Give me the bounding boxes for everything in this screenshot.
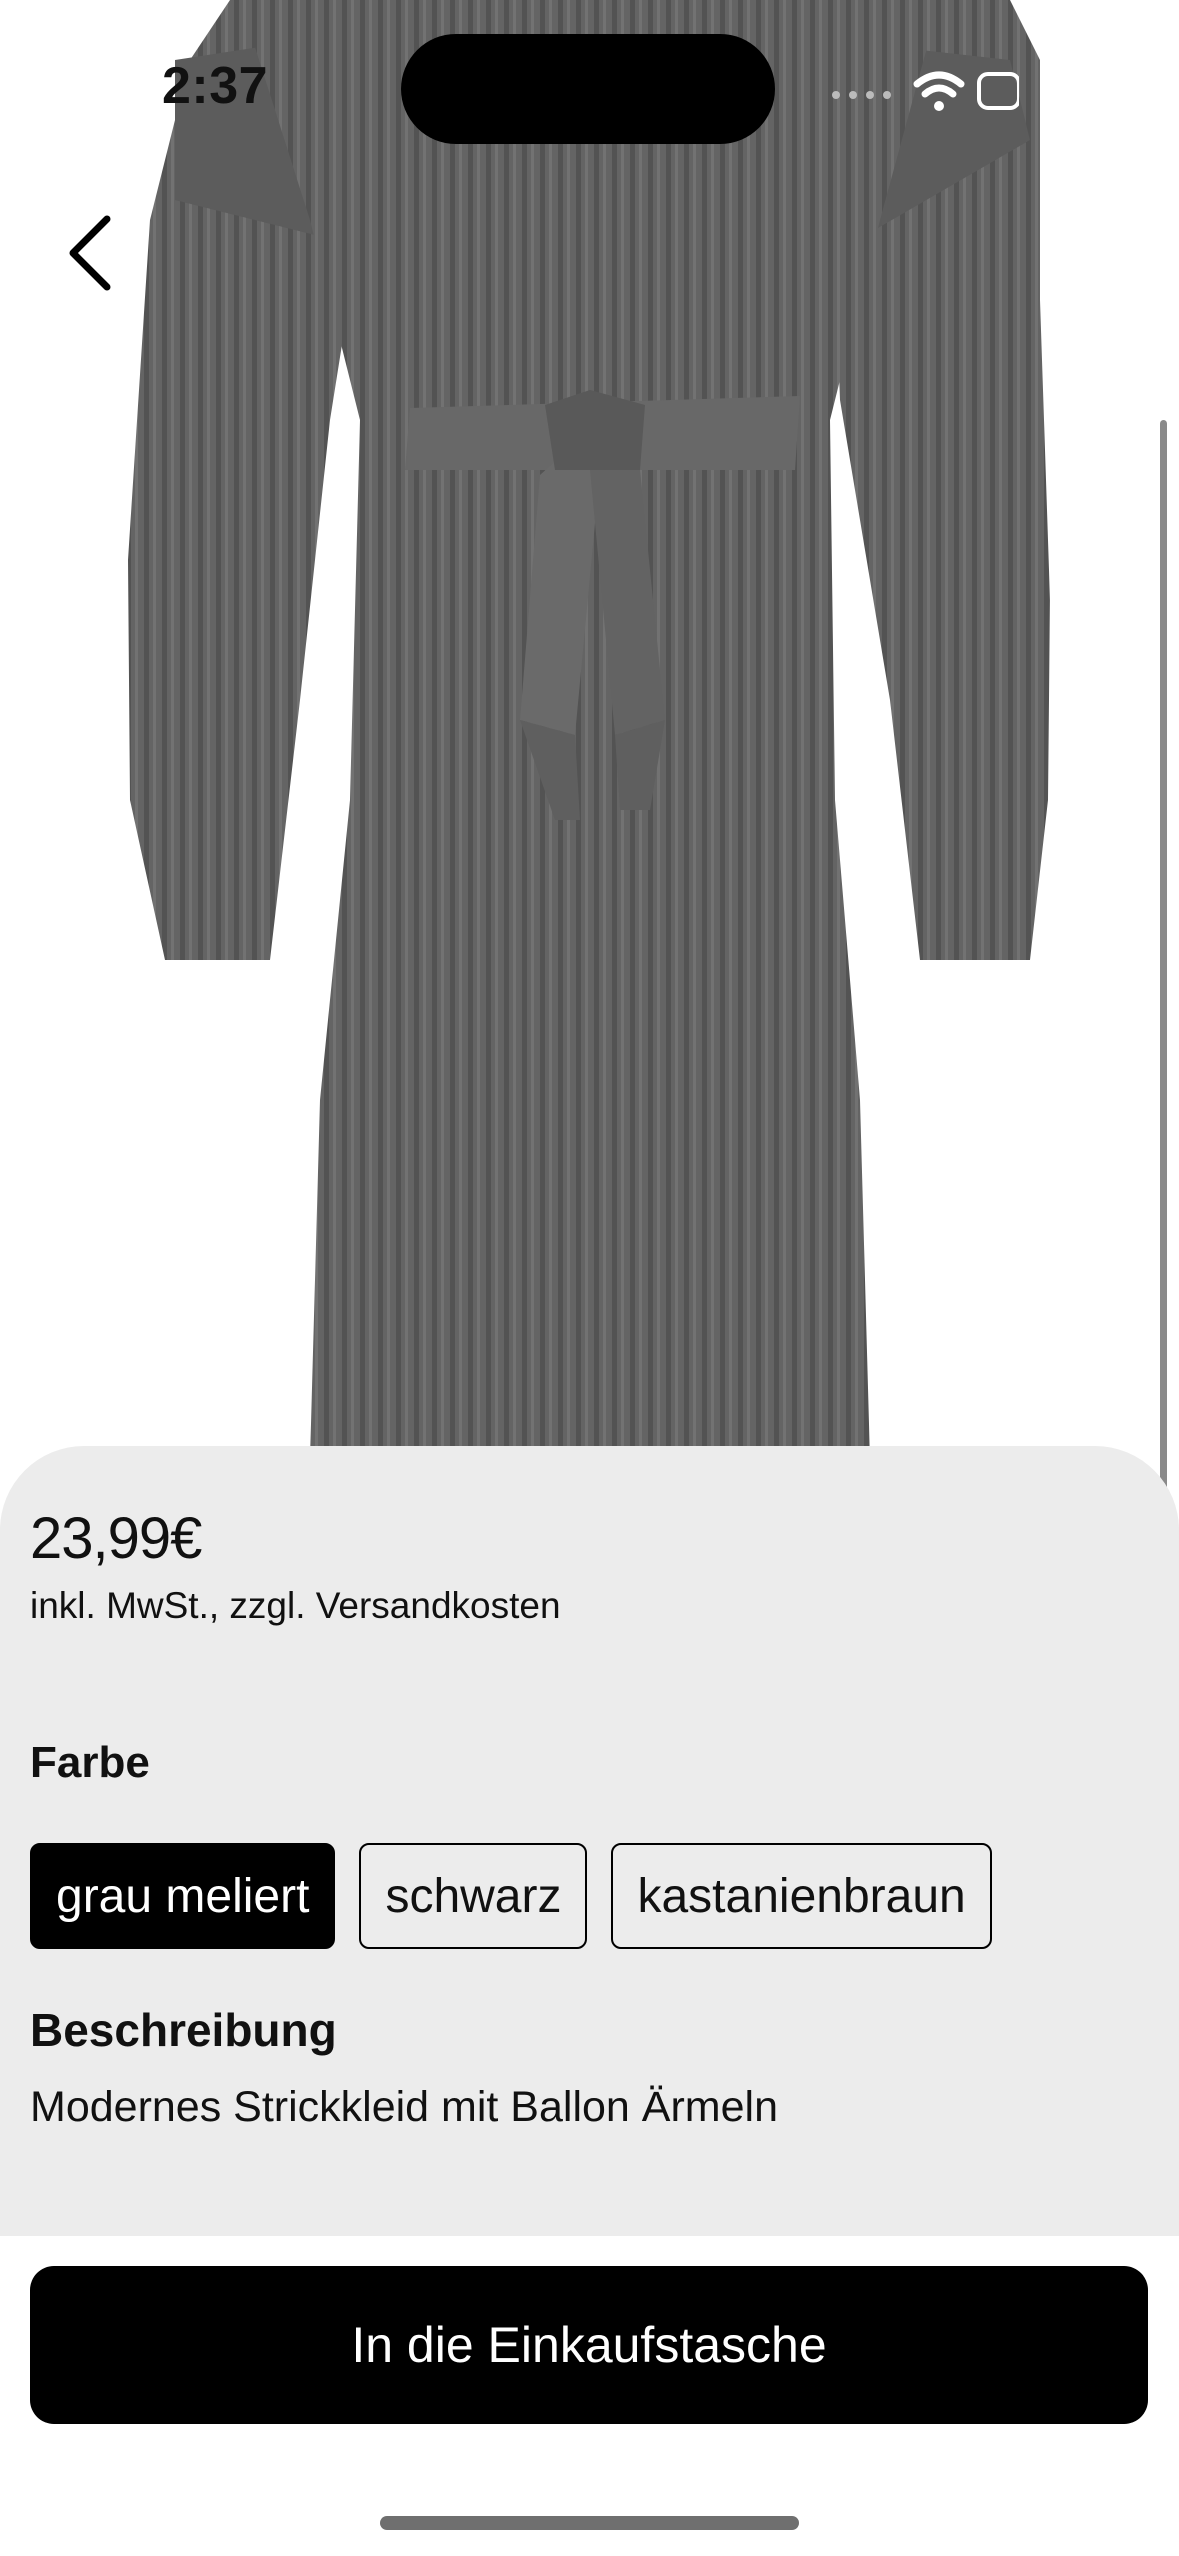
color-option-grau-meliert[interactable]: grau meliert xyxy=(30,1843,336,1949)
chevron-left-icon xyxy=(69,215,111,291)
product-price: 23,99€ xyxy=(30,1506,202,1571)
tax-note: inkl. MwSt., zzgl. Versandkosten xyxy=(30,1585,561,1626)
color-options: grau meliert schwarz kastanienbraun xyxy=(30,1843,992,1949)
dynamic-island xyxy=(401,34,775,144)
color-section-label: Farbe xyxy=(30,1738,150,1787)
dress-illustration xyxy=(128,0,1050,1460)
description-text: Modernes Strickkleid mit Ballon Ärmeln xyxy=(30,2083,778,2131)
add-to-bag-button[interactable]: In die Einkaufstasche xyxy=(30,2266,1148,2424)
product-image xyxy=(0,0,1179,1460)
wifi-icon xyxy=(913,71,1019,111)
color-option-schwarz[interactable]: schwarz xyxy=(359,1843,588,1949)
color-option-kastanienbraun[interactable]: kastanienbraun xyxy=(611,1843,992,1949)
signal-icon xyxy=(832,91,891,99)
home-indicator xyxy=(380,2516,799,2530)
battery-icon xyxy=(977,72,1019,110)
status-icons xyxy=(829,68,1029,114)
status-time: 2:37 xyxy=(162,57,269,115)
description-label: Beschreibung xyxy=(30,2004,337,2056)
back-button[interactable] xyxy=(52,210,128,296)
